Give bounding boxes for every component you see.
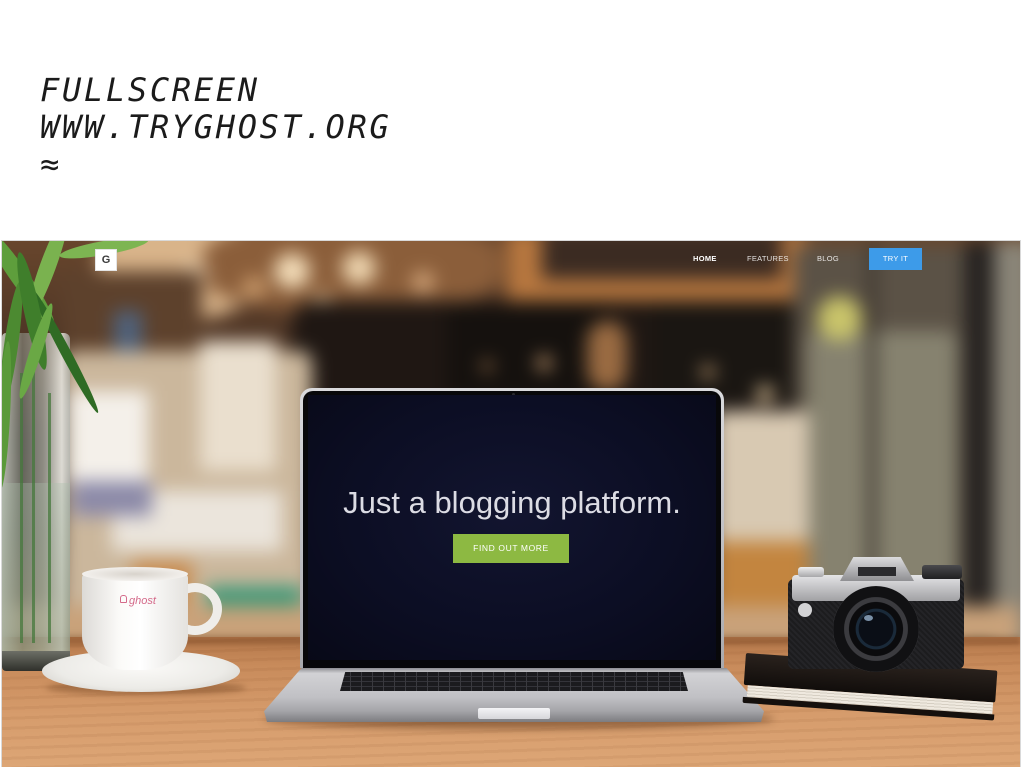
coffee-cup	[82, 574, 188, 670]
slide-title: FULLSCREEN WWW.TRYGHOST.ORG ≈	[40, 72, 391, 183]
laptop-lid: Just a blogging platform. FIND OUT MORE	[300, 388, 724, 668]
camera-badge	[858, 567, 896, 576]
chalkboard-left	[447, 306, 607, 396]
plant-stem	[48, 393, 51, 643]
bokeh-light	[482, 361, 492, 371]
try-it-button[interactable]: TRY IT	[869, 248, 922, 270]
camera-timer-lever	[798, 603, 812, 617]
website-hero-screenshot: ghost Just a blogging platform. FIND OUT…	[2, 241, 1020, 767]
nav-features[interactable]: FEATURES	[747, 254, 789, 263]
screen-glare	[308, 395, 716, 660]
laptop-lid-notch	[478, 708, 550, 719]
camera-shutter-dial	[798, 567, 824, 577]
cup-logo: ghost	[120, 595, 156, 607]
chalkboard-right	[652, 301, 797, 401]
plant-stem	[20, 373, 23, 643]
wall-lamp	[200, 341, 276, 471]
bokeh-light	[757, 386, 773, 402]
ghost-logo[interactable]: G	[95, 249, 117, 271]
ghost-logo-icon	[120, 595, 127, 603]
lamp-glow	[587, 321, 627, 391]
cup-logo-text: ghost	[129, 595, 156, 607]
glass-vase	[2, 333, 70, 671]
bokeh-light	[537, 356, 551, 370]
bokeh-light	[274, 253, 310, 289]
lens-reflection	[864, 615, 873, 621]
bokeh-light	[817, 296, 862, 341]
camera-rewind-dial	[922, 565, 962, 579]
dark-pillar	[964, 241, 994, 661]
bokeh-light	[342, 251, 376, 285]
plant-stem	[32, 353, 35, 643]
camera-lens	[833, 586, 919, 672]
laptop-screen: Just a blogging platform. FIND OUT MORE	[308, 395, 716, 660]
bokeh-light	[702, 366, 714, 378]
cream-shelf-right	[714, 411, 809, 551]
bokeh-light	[412, 271, 434, 293]
nav-home[interactable]: HOME	[693, 254, 717, 263]
slide-title-line: FULLSCREEN	[40, 71, 260, 109]
menu-board	[542, 241, 782, 279]
slide-title-symbol: ≈	[40, 145, 62, 183]
window-light	[994, 241, 1020, 661]
cup-rim	[82, 567, 188, 581]
nav-blog[interactable]: BLOG	[817, 254, 839, 263]
vase-water	[2, 483, 70, 653]
bokeh-light	[242, 276, 266, 300]
laptop-keyboard	[340, 672, 688, 691]
display-glass	[807, 331, 957, 591]
slide-title-url: WWW.TRYGHOST.ORG	[40, 108, 392, 146]
find-out-more-button[interactable]: FIND OUT MORE	[453, 534, 569, 563]
hero-headline: Just a blogging platform.	[343, 485, 681, 520]
